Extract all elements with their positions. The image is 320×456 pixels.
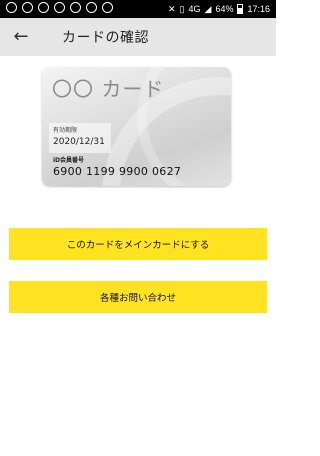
card-image: 〇〇 カード 有効期限 2020/12/31 iD会員番号 6900 1199 … — [42, 67, 231, 186]
status-bar: ✕ ▯ 4G ◢ 64% 17:16 — [0, 0, 276, 18]
battery-icon — [237, 4, 244, 14]
status-left-icons — [6, 2, 113, 13]
line-icon — [6, 2, 17, 13]
app-bar: ← カードの確認 — [0, 18, 276, 56]
signal-icon: ◢ — [204, 4, 212, 14]
set-main-card-button[interactable]: このカードをメインカードにする — [9, 228, 267, 260]
card-name: 〇〇 カード — [52, 77, 165, 101]
expiry-value: 2020/12/31 — [53, 137, 105, 147]
location-icon — [102, 2, 113, 13]
notification-icon — [38, 2, 49, 13]
bluetooth-icon: ✕ — [168, 4, 176, 14]
arrow-left-icon: ← — [13, 26, 29, 47]
photo-icon — [86, 2, 97, 13]
member-id-label: iD会員番号 — [53, 157, 85, 164]
vibrate-icon: ▯ — [179, 4, 185, 14]
expiry-label: 有効期限 — [53, 127, 78, 134]
inquiry-button[interactable]: 各種お問い合わせ — [9, 281, 267, 313]
mail-icon — [54, 2, 65, 13]
back-button[interactable]: ← — [10, 26, 32, 48]
member-id-value: 6900 1199 9900 0627 — [53, 165, 182, 178]
signal-label: 4G — [188, 4, 201, 14]
mail-icon — [70, 2, 81, 13]
battery-percent: 64% — [215, 4, 234, 14]
wifi-icon — [22, 2, 33, 13]
clock: 17:16 — [247, 4, 270, 14]
page-title: カードの確認 — [62, 30, 149, 46]
status-right: ✕ ▯ 4G ◢ 64% 17:16 — [168, 3, 270, 15]
